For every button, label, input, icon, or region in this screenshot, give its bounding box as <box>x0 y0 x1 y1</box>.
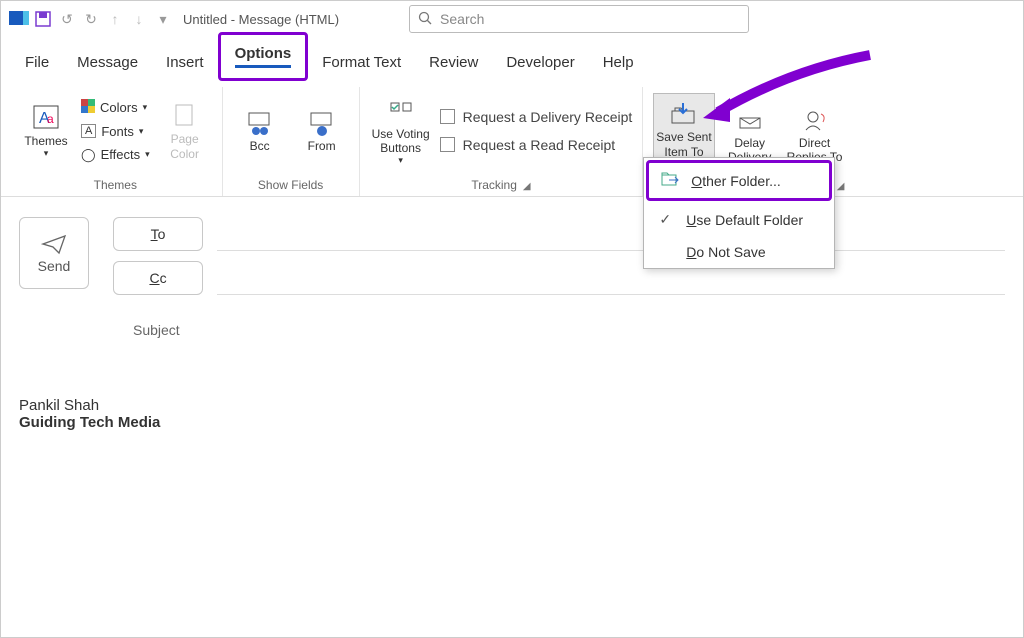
up-arrow-icon[interactable]: ↑ <box>103 7 127 31</box>
fonts-icon: A <box>81 124 96 138</box>
search-placeholder: Search <box>440 11 484 27</box>
group-more-options: Save Sent Item To ▾ Delay Delivery Direc… <box>643 87 854 196</box>
svg-text:a: a <box>47 112 54 126</box>
dropdown-other-folder[interactable]: OOther Folder...ther Folder... <box>646 160 832 201</box>
group-label-showfields: Show Fields <box>258 174 323 196</box>
signature-org: Guiding Tech Media <box>19 414 1005 431</box>
themes-button[interactable]: Aa Themes ▾ <box>19 98 73 163</box>
voting-icon <box>385 95 417 127</box>
read-receipt-checkbox[interactable]: Request a Read Receipt <box>440 133 633 157</box>
fonts-button[interactable]: A Fonts▾ <box>81 122 150 141</box>
colors-button[interactable]: Colors▾ <box>81 97 150 118</box>
tracking-launcher-icon[interactable]: ◢ <box>523 181 531 192</box>
bcc-icon <box>244 107 276 139</box>
signature-name: Pankil Shah <box>19 397 1005 414</box>
save-sent-icon <box>668 98 700 130</box>
page-color-icon <box>169 100 201 132</box>
cc-input[interactable] <box>217 261 1005 295</box>
use-voting-button[interactable]: Use Voting Buttons ▾ <box>370 91 432 171</box>
group-label-tracking: Tracking <box>471 174 517 196</box>
themes-icon: Aa <box>30 102 62 134</box>
dropdown-use-default[interactable]: ✓ Use Default Folder <box>644 203 834 236</box>
bcc-button[interactable]: Bcc <box>233 103 287 157</box>
outlook-logo-icon <box>7 7 31 31</box>
search-input[interactable]: Search <box>409 5 749 33</box>
tab-review[interactable]: Review <box>415 44 492 81</box>
delay-icon <box>734 104 766 136</box>
send-button[interactable]: Send <box>19 217 89 289</box>
tab-format-text[interactable]: Format Text <box>308 44 415 81</box>
check-icon: ✓ <box>656 211 674 228</box>
message-body[interactable]: Pankil Shah Guiding Tech Media <box>19 397 1005 431</box>
from-icon <box>306 107 338 139</box>
group-show-fields: Bcc From Show Fields <box>223 87 360 196</box>
tab-developer[interactable]: Developer <box>492 44 588 81</box>
to-button[interactable]: To <box>113 217 203 251</box>
group-label-themes: Themes <box>94 174 137 196</box>
from-button[interactable]: From <box>295 103 349 157</box>
subject-input[interactable] <box>194 313 1005 347</box>
qat-customize-icon[interactable]: ▾ <box>151 7 175 31</box>
delivery-receipt-checkbox[interactable]: Request a Delivery Receipt <box>440 105 633 129</box>
checkbox-icon <box>440 109 455 124</box>
effects-button[interactable]: ◯ Effects▾ <box>81 145 150 165</box>
tab-file[interactable]: File <box>11 44 63 81</box>
themes-label: Themes <box>24 134 67 148</box>
tab-options[interactable]: Options <box>218 32 309 81</box>
page-color-button[interactable]: Page Color <box>158 96 212 165</box>
group-themes: Aa Themes ▾ Colors▾ A Fonts▾ ◯ Effects▾ <box>9 87 223 196</box>
tab-message[interactable]: Message <box>63 44 152 81</box>
redo-icon[interactable]: ↻ <box>79 7 103 31</box>
save-sent-item-dropdown: OOther Folder...ther Folder... ✓ Use Def… <box>643 157 835 269</box>
effects-icon: ◯ <box>81 147 96 163</box>
subject-label: Subject <box>133 322 180 338</box>
group-tracking: Use Voting Buttons ▾ Request a Delivery … <box>360 87 644 196</box>
dropdown-do-not-save[interactable]: Do Not Save <box>644 236 834 268</box>
folder-arrow-icon <box>661 171 679 190</box>
window-title: Untitled - Message (HTML) <box>183 12 339 27</box>
more-options-launcher-icon[interactable]: ◢ <box>837 181 845 192</box>
direct-replies-icon <box>799 104 831 136</box>
send-icon <box>41 233 67 258</box>
colors-icon <box>81 99 95 116</box>
checkbox-icon <box>440 137 455 152</box>
down-arrow-icon[interactable]: ↓ <box>127 7 151 31</box>
cc-button[interactable]: Cc <box>113 261 203 295</box>
tab-help[interactable]: Help <box>589 44 648 81</box>
tab-insert[interactable]: Insert <box>152 44 218 81</box>
search-icon <box>418 11 432 28</box>
undo-icon[interactable]: ↺ <box>55 7 79 31</box>
save-icon[interactable] <box>31 7 55 31</box>
to-input[interactable] <box>217 217 1005 251</box>
